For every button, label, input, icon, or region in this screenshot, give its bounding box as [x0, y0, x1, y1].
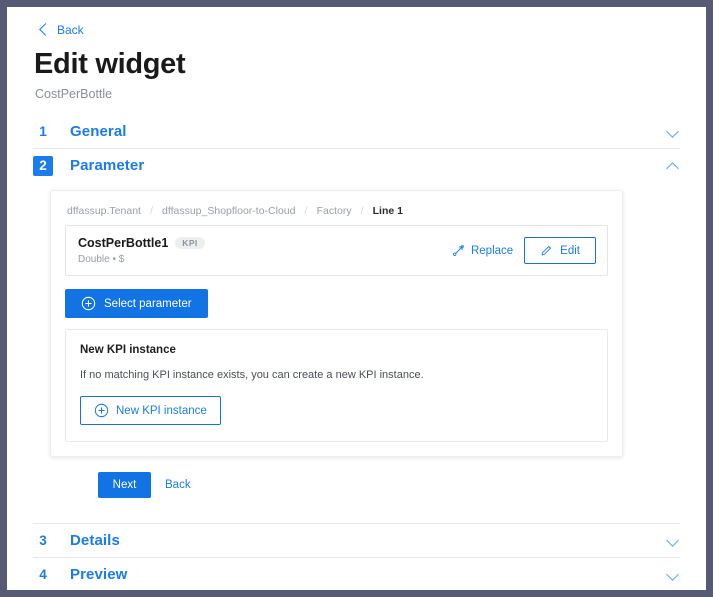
new-kpi-instance-title: New KPI instance [80, 344, 176, 356]
new-kpi-instance-button[interactable]: New KPI instance [80, 396, 221, 425]
section-header-preview[interactable]: 4 Preview [33, 558, 680, 590]
edit-button[interactable]: Edit [524, 237, 596, 264]
new-kpi-instance-box: New KPI instance If no matching KPI inst… [65, 329, 608, 442]
pencil-icon [540, 244, 553, 257]
back-link[interactable]: Back [39, 23, 84, 37]
step-navigation: Next Back [98, 472, 680, 498]
app-window: Back Edit widget CostPerBottle 1 General… [7, 7, 706, 590]
section-details: 3 Details [33, 524, 680, 558]
chevron-down-icon[interactable] [666, 534, 680, 547]
chevron-down-icon[interactable] [666, 125, 680, 138]
arrow-diagonal-swap-icon [452, 244, 465, 257]
breadcrumb-separator: / [149, 205, 154, 217]
breadcrumb-separator: / [360, 205, 364, 217]
back-link-label: Back [57, 23, 84, 37]
kpi-name: CostPerBottle1 [78, 236, 169, 250]
section-general: 1 General [33, 115, 680, 149]
section-number-1: 1 [39, 123, 47, 139]
chevron-up-icon[interactable] [666, 159, 680, 175]
next-button[interactable]: Next [98, 472, 151, 498]
section-header-parameter[interactable]: 2 Parameter [33, 149, 680, 182]
select-parameter-button[interactable]: Select parameter [65, 289, 208, 318]
page-title: Edit widget [34, 48, 186, 80]
chevron-down-icon[interactable] [666, 568, 680, 581]
section-header-details[interactable]: 3 Details [33, 524, 680, 557]
breadcrumb-separator: / [304, 205, 308, 217]
new-kpi-instance-button-label: New KPI instance [116, 404, 207, 417]
section-number-2: 2 [33, 155, 53, 176]
circle-plus-icon [81, 296, 96, 311]
new-kpi-instance-description: If no matching KPI instance exists, you … [80, 369, 424, 381]
circle-plus-icon [94, 403, 109, 418]
select-parameter-label: Select parameter [104, 297, 192, 310]
section-label-preview: Preview [70, 566, 128, 583]
breadcrumb-item-shopfloor[interactable]: dffassup_Shopfloor-to-Cloud [162, 205, 295, 217]
kpi-card-title-row: CostPerBottle1 KPI [78, 236, 452, 250]
breadcrumb: dffassup.Tenant / dffassup_Shopfloor-to-… [65, 205, 608, 225]
step-back-link[interactable]: Back [165, 479, 191, 491]
section-number-4: 4 [39, 566, 47, 582]
section-header-general[interactable]: 1 General [33, 115, 680, 148]
parameter-panel-body: dffassup.Tenant / dffassup_Shopfloor-to-… [33, 182, 680, 523]
section-label-parameter: Parameter [70, 157, 145, 174]
breadcrumb-item-line1: Line 1 [372, 205, 403, 217]
breadcrumb-item-tenant[interactable]: dffassup.Tenant [67, 205, 141, 217]
edit-widget-page: Back Edit widget CostPerBottle 1 General… [7, 7, 706, 590]
replace-button-label: Replace [470, 244, 514, 257]
parameter-panel: dffassup.Tenant / dffassup_Shopfloor-to-… [50, 190, 623, 457]
kpi-card-actions: Replace Edit [452, 237, 596, 264]
status-badge: KPI [175, 236, 205, 250]
kpi-parameter-card: CostPerBottle1 KPI Double • $ Replace Ed… [65, 225, 608, 276]
section-label-general: General [70, 123, 127, 140]
page-subtitle: CostPerBottle [35, 87, 113, 101]
chevron-left-icon [39, 23, 52, 36]
section-parameter: 2 Parameter dffassup.Tenant / dffassup_S… [33, 149, 680, 524]
edit-button-label: Edit [560, 244, 580, 257]
kpi-card-info: CostPerBottle1 KPI Double • $ [78, 236, 452, 265]
breadcrumb-item-factory[interactable]: Factory [317, 205, 352, 217]
replace-button[interactable]: Replace [452, 244, 513, 257]
kpi-subtitle: Double • $ [78, 254, 125, 265]
new-kpi-instance-button-wrapper: New KPI instance [80, 396, 593, 425]
section-number-3: 3 [39, 532, 47, 548]
section-preview: 4 Preview [33, 558, 680, 590]
section-label-details: Details [70, 532, 120, 549]
select-parameter-wrapper: Select parameter [65, 289, 608, 318]
